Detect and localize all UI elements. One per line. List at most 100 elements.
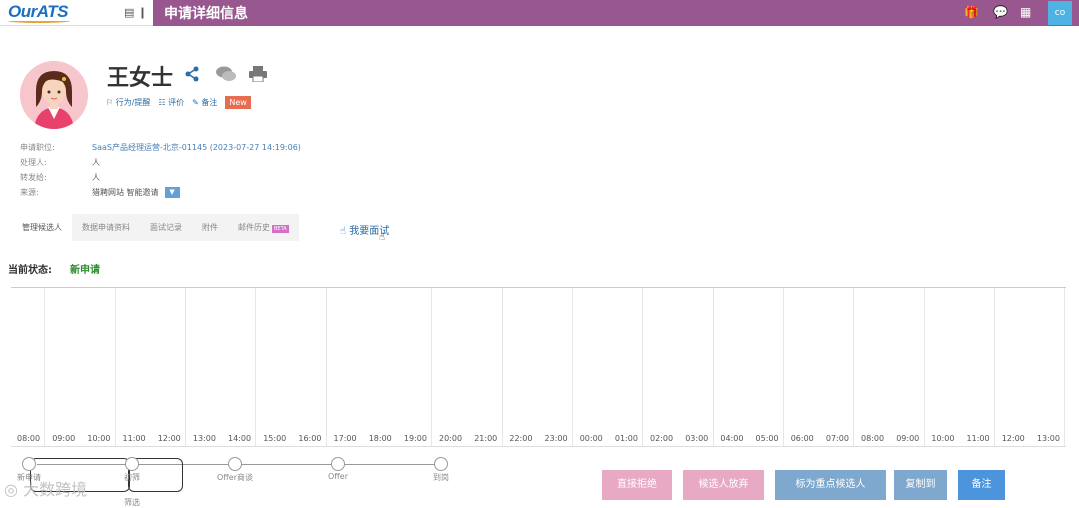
- watermark-logo-icon: ◎: [4, 480, 18, 499]
- timeline-grid-line: [1064, 288, 1066, 446]
- mark-key-candidate-button[interactable]: 标为重点候选人: [775, 470, 886, 500]
- stage-label-screen: 初筛: [124, 473, 140, 482]
- stage-label-offer: Offer: [327, 472, 349, 481]
- tab-application[interactable]: 数据申请资料: [72, 214, 140, 241]
- timeline-hour-label: 07:00: [825, 434, 849, 443]
- timeline-hour-label: 05:00: [755, 434, 779, 443]
- timeline-hour-label: 22:00: [509, 434, 533, 443]
- timeline-grid-line: [114, 288, 116, 446]
- hand-icon: ☝: [340, 226, 347, 237]
- logo-area: OurATS ▤ ❙: [0, 0, 153, 26]
- timeline-grid-line: [325, 288, 327, 446]
- status-value: 新申请: [70, 265, 100, 276]
- share-icon[interactable]: [184, 66, 200, 86]
- timeline-grid-line: [571, 288, 573, 446]
- stage-dot-onboard[interactable]: [434, 457, 448, 471]
- tab-attachments[interactable]: 附件: [192, 214, 228, 241]
- stage-label-onboard: 到岗: [433, 473, 449, 482]
- copy-to-button[interactable]: 复制到: [894, 470, 947, 500]
- timeline-hour-label: 11:00: [122, 434, 146, 443]
- comments-icon[interactable]: [216, 66, 236, 86]
- info-forwarded: 人: [92, 173, 100, 182]
- timeline-grid-line: [712, 288, 714, 446]
- timeline-hour-label: 09:00: [52, 434, 76, 443]
- timeline-hour-label: 02:00: [650, 434, 674, 443]
- timeline-hour-label: 12:00: [1001, 434, 1025, 443]
- tag-evaluation[interactable]: ☷ 评价: [158, 97, 184, 108]
- activity-timeline: 08:00 09:00 10:00 11:00 12:00 13:00 14:00 15:00…: [11, 287, 1066, 447]
- top-bar: [0, 0, 1079, 26]
- timeline-hour-label: 13:00: [1036, 434, 1060, 443]
- timeline-hour-label: 17:00: [333, 434, 357, 443]
- candidate-tags: ⚐ 行为/提醒 ☷ 评价 ✎ 备注 New: [106, 96, 251, 109]
- stage-dot-screen[interactable]: [125, 457, 139, 471]
- info-block: 申请职位: SaaS产品经理运营-北京-01145 (2023-07-27 14:…: [20, 140, 301, 200]
- info-source: 猎聘网站 智能邀请: [92, 188, 159, 197]
- candidate-give-up-button[interactable]: 候选人放弃: [683, 470, 764, 500]
- timeline-grid-line: [853, 288, 855, 446]
- timeline-grid-line: [44, 288, 46, 446]
- logo[interactable]: OurATS: [8, 2, 70, 23]
- timeline-grid-line: [993, 288, 995, 446]
- timeline-hour-label: 10:00: [931, 434, 955, 443]
- info-position[interactable]: SaaS产品经理运营-北京-01145 (2023-07-27 14:19:06…: [92, 142, 301, 153]
- timeline-hour-label: 06:00: [790, 434, 814, 443]
- cursor-icon: ☝: [379, 232, 386, 243]
- candidate-name: 王女士: [107, 66, 174, 91]
- timeline-grid-line: [642, 288, 644, 446]
- tab-email-history[interactable]: 邮件历史 BETA: [228, 214, 299, 241]
- timeline-grid-line: [431, 288, 433, 446]
- watermark: ◎ 大数跨境: [4, 480, 88, 499]
- timeline-hour-label: 14:00: [228, 434, 252, 443]
- stage-dot-offer-talk[interactable]: [228, 457, 242, 471]
- stage-label-offer-talk: Offer商谈: [216, 473, 254, 482]
- timeline-hour-label: 18:00: [368, 434, 392, 443]
- tag-note[interactable]: ✎ 备注: [192, 97, 217, 108]
- timeline-hour-label: 11:00: [966, 434, 990, 443]
- timeline-hour-label: 21:00: [474, 434, 498, 443]
- timeline-hour-label: 23:00: [544, 434, 568, 443]
- timeline-hour-label: 15:00: [263, 434, 287, 443]
- timeline-hour-label: 01:00: [614, 434, 638, 443]
- timeline-grid-line: [185, 288, 187, 446]
- user-avatar[interactable]: co: [1048, 1, 1072, 25]
- timeline-grid-line: [923, 288, 925, 446]
- tab-manage[interactable]: 管理候选人: [12, 214, 72, 241]
- timeline-hour-label: 20:00: [439, 434, 463, 443]
- print-icon[interactable]: [249, 66, 267, 86]
- info-label-handler: 处理人:: [20, 158, 47, 167]
- message-icon[interactable]: 💬: [993, 5, 1008, 19]
- timeline-hour-label: 09:00: [896, 434, 920, 443]
- gift-icon[interactable]: 🎁: [964, 5, 979, 19]
- timeline-hour-label: 10:00: [87, 434, 111, 443]
- tab-interview[interactable]: 面试记录: [140, 214, 192, 241]
- timeline-hour-label: 19:00: [403, 434, 427, 443]
- timeline-grid-line: [255, 288, 257, 446]
- page-title: 申请详细信息: [164, 6, 248, 22]
- timeline-hour-label: 12:00: [157, 434, 181, 443]
- timeline-hour-label: 08:00: [17, 434, 41, 443]
- timeline-hour-label: 04:00: [720, 434, 744, 443]
- tag-behavior[interactable]: ⚐ 行为/提醒: [106, 97, 150, 108]
- info-label-position: 申请职位:: [20, 143, 55, 152]
- stage-dot-new[interactable]: [22, 457, 36, 471]
- timeline-hour-label: 00:00: [579, 434, 603, 443]
- note-button[interactable]: 备注: [958, 470, 1005, 500]
- beta-badge: BETA: [272, 225, 289, 233]
- stage-dot-offer[interactable]: [331, 457, 345, 471]
- calendar-icon[interactable]: ▦: [1020, 5, 1031, 19]
- reject-button[interactable]: 直接拒绝: [602, 470, 672, 500]
- timeline-grid-line: [501, 288, 503, 446]
- new-badge: New: [225, 96, 251, 109]
- menu-toggle-icon[interactable]: ▤ ❙: [124, 6, 147, 19]
- timeline-hour-label: 03:00: [685, 434, 709, 443]
- status-label: 当前状态:: [8, 265, 52, 276]
- info-label-source: 来源:: [20, 188, 39, 197]
- detail-tabs: 管理候选人 数据申请资料 面试记录 附件 邮件历史 BETA: [12, 214, 299, 241]
- timeline-hour-label: 08:00: [861, 434, 885, 443]
- stage-sublabel: 筛选: [124, 498, 140, 507]
- info-label-forwarded: 转发给:: [20, 173, 47, 182]
- info-handler: 人: [92, 158, 100, 167]
- timeline-grid-line: [782, 288, 784, 446]
- source-dropdown-button[interactable]: ▼: [164, 187, 180, 198]
